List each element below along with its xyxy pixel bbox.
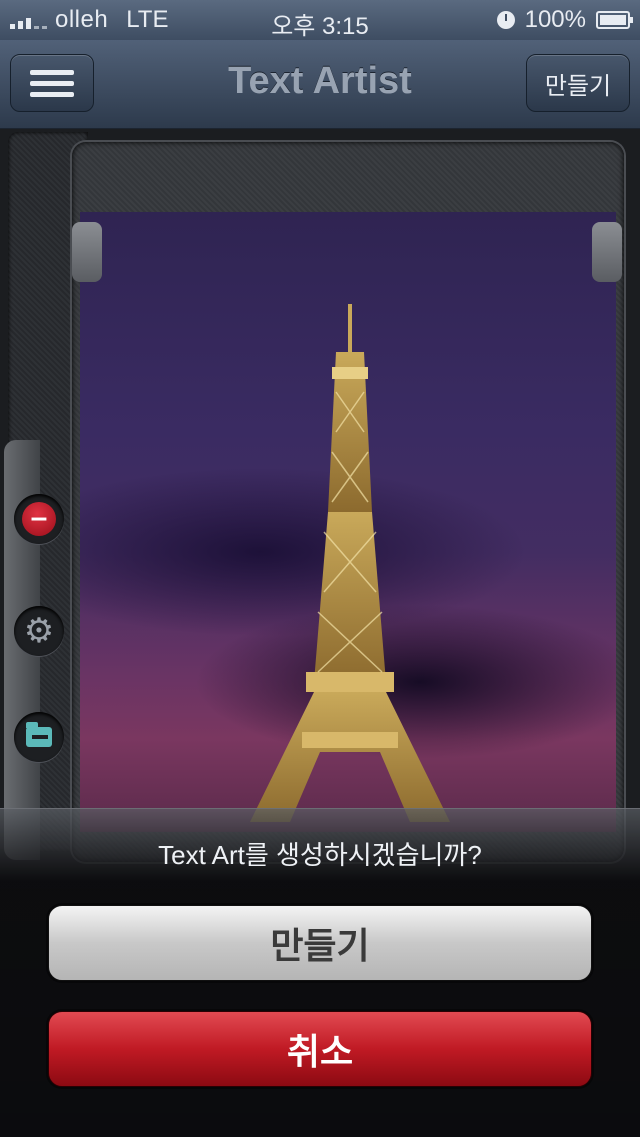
frame-handle-right[interactable] [592, 222, 622, 282]
settings-button[interactable]: ⚙ [14, 606, 64, 656]
remove-button[interactable]: – [14, 494, 64, 544]
clock-icon [496, 11, 515, 29]
battery-icon [596, 11, 633, 29]
folder-button[interactable] [14, 712, 64, 762]
status-bar: olleh LTE 오후 3:15 100% [0, 0, 640, 40]
navigation-bar: Text Artist 만들기 [0, 40, 640, 129]
dialog-message: Text Art를 생성하시겠습니까? [158, 840, 482, 870]
battery-percent: 100% [524, 6, 586, 33]
photo-canvas[interactable] [80, 212, 616, 832]
cancel-button[interactable]: 취소 [48, 1011, 592, 1087]
gear-icon: ⚙ [23, 612, 55, 650]
folder-icon [26, 722, 52, 747]
action-sheet: Text Art를 생성하시겠습니까? 만들기 취소 [0, 808, 640, 1137]
remove-icon: – [22, 502, 56, 536]
make-button[interactable]: 만들기 [526, 54, 630, 112]
confirm-make-button[interactable]: 만들기 [48, 905, 592, 981]
frame-handle-left[interactable] [72, 222, 102, 282]
eiffel-tower-image [250, 304, 450, 822]
status-right: 100% [496, 6, 633, 34]
